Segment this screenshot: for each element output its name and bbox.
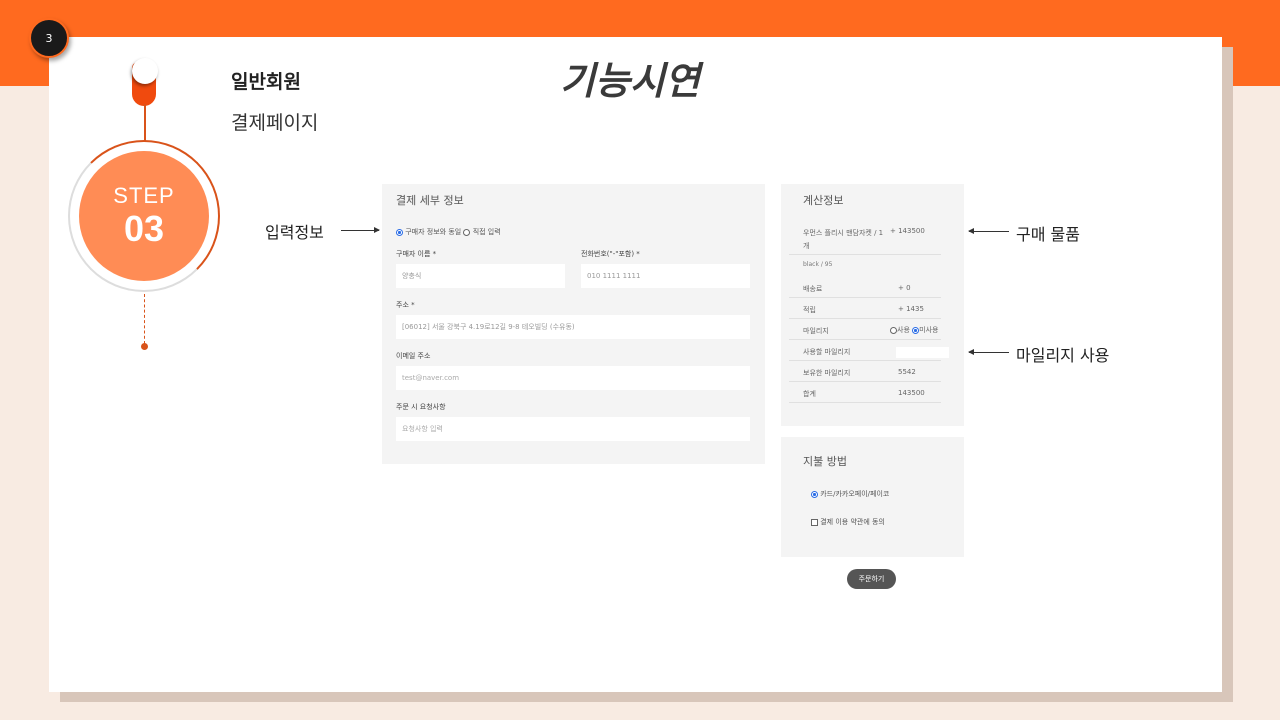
annotation-purchase-item: 구매 물품 (1016, 225, 1080, 244)
timeline-line-dashed (144, 294, 145, 344)
buyer-name-label: 구매자 이름 * (396, 250, 437, 258)
calc-info-panel: 계산정보 우먼스 플리시 맨담자켓 / 1 개 + 143500 black /… (781, 184, 964, 426)
product-name: 우먼스 플리시 맨담자켓 / 1 개 (803, 229, 884, 250)
phone-label: 전화번호("-"포함) * (581, 250, 640, 258)
pin-knob (132, 58, 158, 84)
timeline-dot (141, 343, 148, 350)
timeline-line-top (144, 104, 146, 142)
product-price: + 143500 (890, 227, 925, 235)
step-number: 03 (123, 208, 165, 249)
use-mileage-input[interactable] (896, 347, 949, 358)
radio-direct-input[interactable] (463, 228, 471, 236)
email-label: 이메일 주소 (396, 352, 431, 360)
section-subtitle: 결제페이지 (231, 112, 319, 134)
request-field[interactable]: 요청사항 입력 (396, 417, 750, 441)
step-circle: STEP 03 (79, 151, 209, 281)
step-word: STEP (113, 183, 175, 208)
arrow-left-icon (968, 228, 1009, 234)
agree-checkbox[interactable] (811, 518, 818, 526)
payment-agree: 결제 이용 약관에 동의 (811, 517, 885, 527)
product-option: black / 95 (803, 261, 833, 268)
radio-same-as-buyer[interactable] (396, 228, 403, 236)
address-field[interactable]: [06012] 서울 강북구 4.19로12길 9-8 테오빌딩 (수유동) (396, 315, 750, 339)
arrow-right-icon (341, 227, 380, 233)
annotation-input-info: 입력정보 (265, 223, 324, 242)
checkout-detail-title: 결제 세부 정보 (396, 194, 464, 207)
option-direct-label: 직접 입력 (472, 228, 501, 236)
shipping-row: 배송료 + 0 (789, 280, 941, 298)
payment-panel: 지불 방법 카드/카카오페이/페이코 결제 이용 약관에 동의 (781, 437, 964, 557)
page-number-badge: 3 (29, 18, 69, 58)
order-button[interactable]: 주문하기 (847, 569, 896, 589)
use-mileage-row: 사용할 마일리지 (789, 343, 949, 361)
total-row: 합계 143500 (789, 385, 941, 403)
option-same-label: 구매자 정보와 동일 (405, 228, 462, 236)
buyer-name-field[interactable]: 양충식 (396, 264, 565, 288)
checkout-detail-panel: 결제 세부 정보 구매자 정보와 동일 직접 입력 구매자 이름 * 양충식 전… (382, 184, 765, 464)
payment-title: 지불 방법 (803, 455, 847, 468)
payment-option-card: 카드/카카오페이/페이코 (811, 489, 889, 499)
address-label: 주소 * (396, 301, 415, 309)
email-field[interactable]: test@naver.com (396, 366, 750, 390)
phone-field[interactable]: 010 1111 1111 (581, 264, 750, 288)
points-row: 적립 + 1435 (789, 301, 941, 319)
mileage-row: 마일리지 사용 미사용 (789, 322, 941, 340)
owned-mileage-row: 보유한 마일리지 5542 (789, 364, 941, 382)
request-label: 주문 시 요청사항 (396, 403, 446, 411)
section-title: 일반회원 (231, 71, 301, 93)
main-title: 기능시연 (560, 59, 700, 103)
radio-mileage-use[interactable] (890, 326, 897, 334)
radio-card-payment[interactable] (811, 490, 818, 498)
annotation-mileage-use: 마일리지 사용 (1016, 346, 1110, 365)
buyer-info-options: 구매자 정보와 동일 직접 입력 (396, 227, 501, 237)
arrow-left-icon (968, 349, 1009, 355)
divider (789, 254, 941, 255)
calc-info-title: 계산정보 (803, 194, 844, 207)
